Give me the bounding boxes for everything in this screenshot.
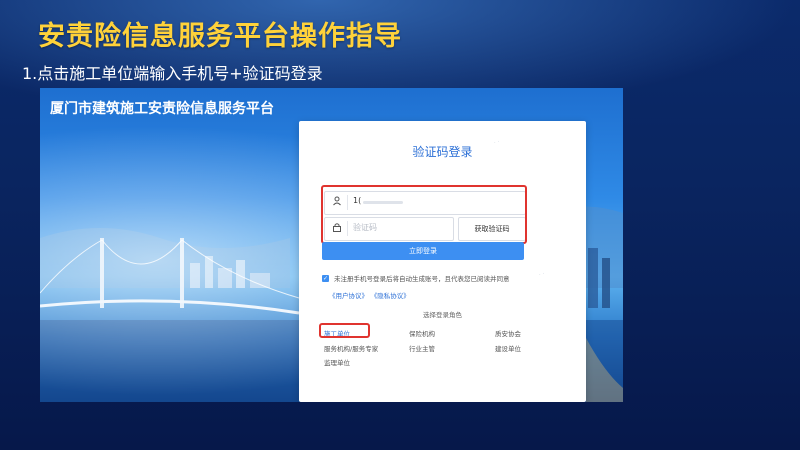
check-icon: ✓ <box>322 275 329 282</box>
login-button[interactable]: 立即登录 <box>322 242 524 260</box>
user-agreement-link[interactable]: 《用户协议》 <box>329 292 368 300</box>
step-caption: 1.点击施工单位端输入手机号+验证码登录 <box>22 64 323 83</box>
slide-title: 安责险信息服务平台操作指导 <box>38 21 402 52</box>
role-highlight-box <box>319 323 370 338</box>
watermark: · · <box>537 270 546 279</box>
agreement-checkbox[interactable]: ✓ <box>322 275 329 282</box>
role-section-title: 选择登录角色 <box>423 311 462 319</box>
platform-name: 厦门市建筑施工安责险信息服务平台 <box>50 101 274 117</box>
login-title: 验证码登录 <box>412 145 473 159</box>
agreement-text: 未注册手机号登录后将自动生成账号，且代表您已阅读并同意 <box>334 275 510 283</box>
role-industry-regulator[interactable]: 行业主管 <box>409 343 435 353</box>
role-construction-owner[interactable]: 建设单位 <box>495 343 521 353</box>
agreement-links: 《用户协议》 《隐私协议》 <box>329 290 416 300</box>
role-service-agency[interactable]: 服务机构/服务专家 <box>324 343 378 353</box>
role-insurance-agency[interactable]: 保险机构 <box>409 328 435 338</box>
input-highlight-box <box>321 185 527 244</box>
platform-screenshot: 厦门市建筑施工安责险信息服务平台 验证码登录 1( 验证码 获取验证码 立即登录… <box>40 88 623 402</box>
privacy-agreement-link[interactable]: 《隐私协议》 <box>374 292 410 300</box>
login-card: 验证码登录 1( 验证码 获取验证码 立即登录 ✓ 未注册手机号登录后将自动生成… <box>299 121 586 402</box>
role-supervision-unit[interactable]: 监理单位 <box>324 357 350 367</box>
role-safety-association[interactable]: 质安协会 <box>495 328 521 338</box>
